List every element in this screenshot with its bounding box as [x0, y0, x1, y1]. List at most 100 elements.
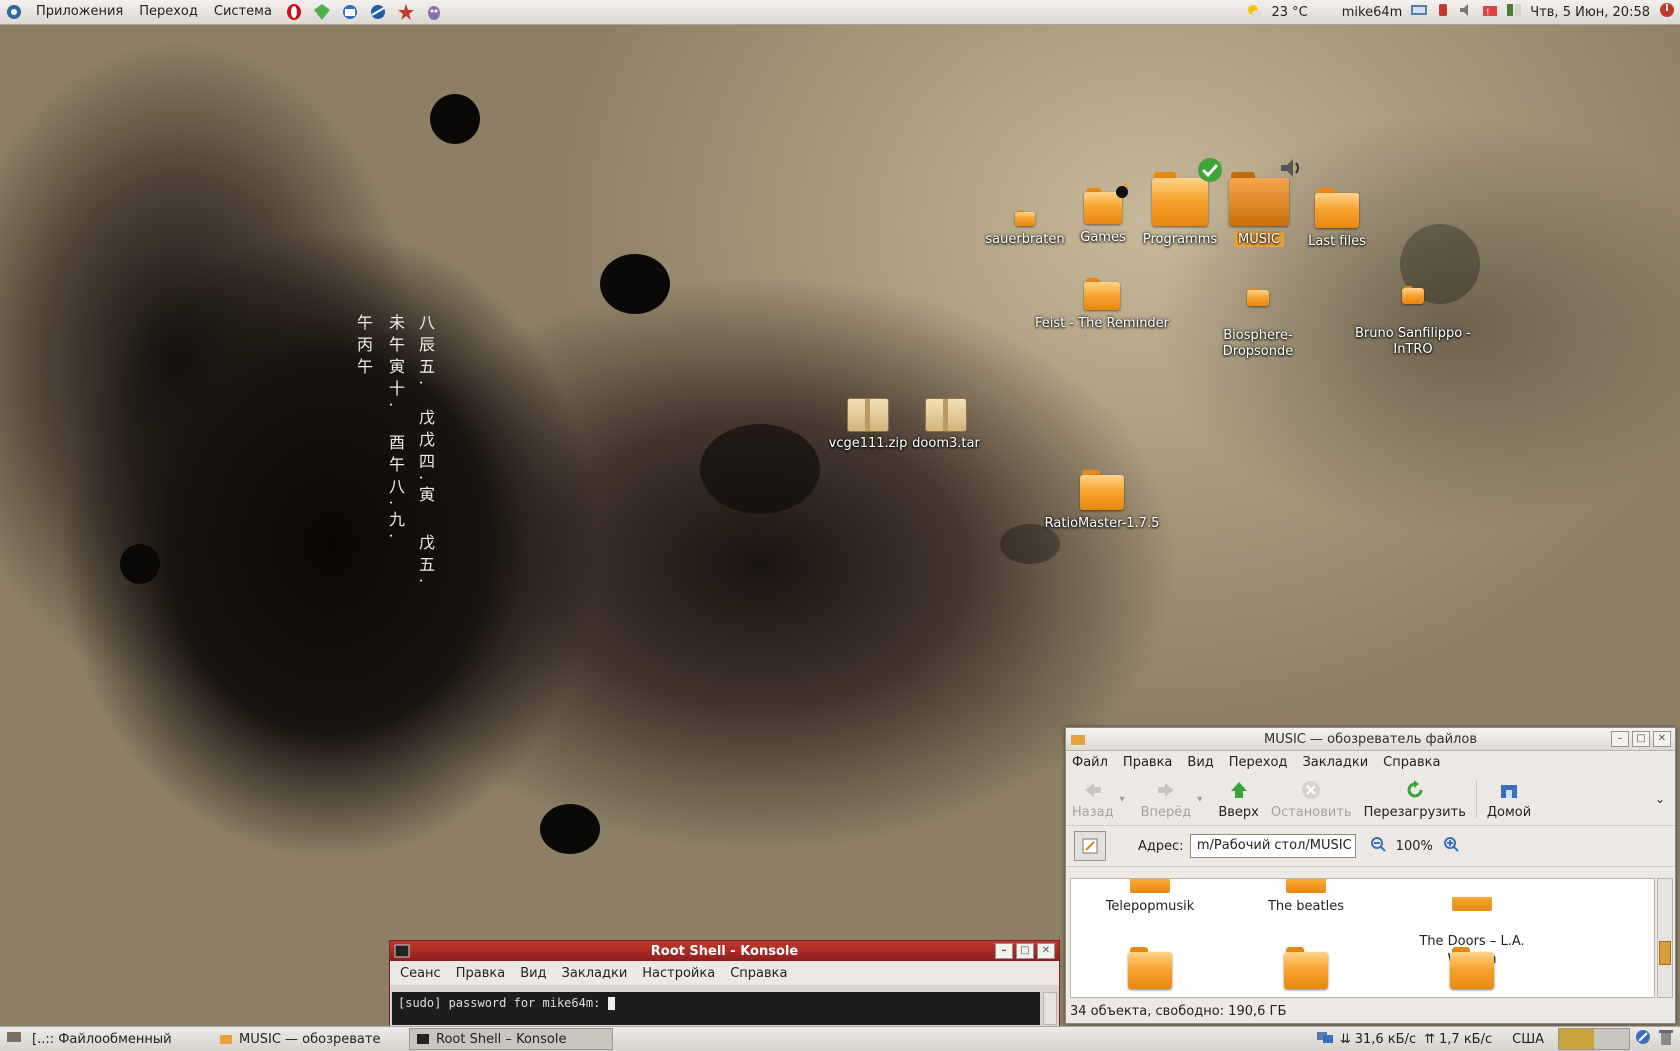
alert-icon[interactable]: [1436, 2, 1450, 22]
zoom-out-icon[interactable]: [1370, 836, 1386, 856]
minimize-button[interactable]: –: [995, 943, 1013, 959]
desktop-icon-sauerbraten[interactable]: sauerbraten: [985, 210, 1065, 247]
menu-session[interactable]: Сеанс: [400, 966, 441, 981]
shutdown-icon[interactable]: [1658, 1, 1676, 23]
desktop-icon-bruno-sanfilippo[interactable]: Bruno Sanfilippo - InTRO: [1350, 270, 1476, 374]
home-button[interactable]: Домой: [1487, 779, 1531, 820]
back-button[interactable]: Назад: [1072, 779, 1114, 820]
desktop-icon-vcge111-zip[interactable]: vcge111.zip: [828, 398, 908, 451]
menu-settings[interactable]: Настройка: [642, 966, 715, 981]
speaker-emblem-icon: [1278, 156, 1302, 184]
menu-view[interactable]: Вид: [1187, 755, 1213, 770]
network-manager-icon[interactable]: [1410, 2, 1428, 22]
pidgin-icon[interactable]: [423, 2, 445, 22]
menu-edit[interactable]: Правка: [456, 966, 505, 981]
back-history-chevron-icon[interactable]: ▾: [1120, 794, 1125, 805]
terminal-output[interactable]: [sudo] password for mike64m:: [392, 992, 1040, 1025]
show-desktop-icon[interactable]: [6, 1029, 22, 1049]
desktop-icon-label: Programms: [1142, 232, 1218, 247]
thunderbird-icon[interactable]: [339, 2, 361, 22]
reload-button[interactable]: Перезагрузить: [1364, 779, 1466, 820]
user-name[interactable]: mike64m: [1342, 5, 1403, 20]
desktop-icon-last-files[interactable]: Last files: [1300, 188, 1374, 249]
weather-temperature[interactable]: 23 °C: [1271, 5, 1307, 20]
window-menu-icon[interactable]: [1070, 732, 1086, 750]
menu-applications[interactable]: Приложения: [28, 0, 131, 24]
desktop-icon-ratiomaster[interactable]: RatioMaster-1.7.5: [1040, 470, 1164, 531]
desktop-icon-music[interactable]: MUSIC: [1222, 159, 1299, 247]
ink-splat: [700, 424, 820, 514]
forward-history-chevron-icon[interactable]: ▾: [1197, 794, 1202, 805]
maximize-button[interactable]: □: [1016, 943, 1034, 959]
file-item[interactable]: [1407, 947, 1537, 989]
close-button[interactable]: ✕: [1037, 943, 1055, 959]
menu-bookmarks[interactable]: Закладки: [1302, 755, 1368, 770]
reload-icon: [1407, 779, 1423, 797]
forward-button[interactable]: Вперёд: [1141, 779, 1191, 820]
menu-bookmarks[interactable]: Закладки: [562, 966, 628, 981]
toggle-location-button[interactable]: [1074, 831, 1106, 861]
gem-icon[interactable]: [311, 2, 333, 22]
trash-icon[interactable]: [1634, 1028, 1652, 1050]
opera-icon[interactable]: [283, 2, 305, 22]
workspace-switcher-icon[interactable]: [1506, 2, 1522, 22]
weather-icon[interactable]: [1245, 2, 1263, 22]
desktop-icon-label: vcge111.zip: [828, 436, 908, 451]
trash-bin-icon[interactable]: [1658, 1028, 1674, 1050]
keyboard-layout[interactable]: США: [1512, 1032, 1544, 1047]
net-up-speed: 1,7 кБ/с: [1439, 1031, 1493, 1047]
desktop-icon-feist[interactable]: Feist - The Reminder: [1030, 278, 1174, 331]
clock[interactable]: Чтв, 5 Июн, 20:58: [1530, 5, 1650, 20]
desktop-icon-games[interactable]: Games: [1070, 182, 1136, 245]
update-notifier-icon[interactable]: !: [1482, 2, 1498, 22]
network-monitor-icon[interactable]: [1316, 1029, 1334, 1049]
zoom-level[interactable]: 100%: [1396, 839, 1433, 854]
volume-icon[interactable]: [1458, 2, 1474, 22]
menu-system[interactable]: Система: [206, 0, 280, 24]
minimize-button[interactable]: –: [1611, 731, 1629, 747]
workspace-1[interactable]: [1559, 1029, 1594, 1049]
menu-help[interactable]: Справка: [730, 966, 787, 981]
wallpaper-glyphs: 酉午八.九.: [386, 434, 405, 545]
network-icon[interactable]: [367, 2, 389, 22]
scrollbar-thumb[interactable]: [1659, 941, 1671, 965]
menu-help[interactable]: Справка: [1383, 755, 1440, 770]
address-input[interactable]: m/Рабочий стол/MUSIC: [1189, 834, 1356, 858]
star-icon[interactable]: [395, 2, 417, 22]
location-bar: Адрес: m/Рабочий стол/MUSIC 100%: [1066, 826, 1675, 867]
desktop-icon-label: Bruno Sanfilippo - InTRO: [1355, 326, 1471, 357]
up-arrow-icon: [1230, 781, 1247, 798]
window-titlebar[interactable]: Root Shell - Konsole – □ ✕: [390, 941, 1059, 961]
menu-go[interactable]: Переход: [1229, 755, 1288, 770]
maximize-button[interactable]: □: [1632, 731, 1650, 747]
file-icon-view[interactable]: Telepopmusik The beatles The Doors – L.A…: [1070, 878, 1655, 998]
menu-edit[interactable]: Правка: [1123, 755, 1172, 770]
svg-text:!: !: [1486, 8, 1490, 18]
menu-view[interactable]: Вид: [520, 966, 546, 981]
file-item[interactable]: [1085, 947, 1215, 989]
up-button[interactable]: Вверх: [1218, 779, 1259, 820]
vertical-scrollbar[interactable]: [1657, 878, 1673, 998]
window-titlebar[interactable]: MUSIC — обозреватель файлов – □ ✕: [1066, 728, 1675, 751]
task-music-file-browser[interactable]: MUSIC — обозревате: [212, 1028, 406, 1050]
vertical-scrollbar[interactable]: [1043, 992, 1057, 1025]
edit-location-icon: [1082, 838, 1098, 854]
zoom-in-icon[interactable]: [1443, 836, 1459, 856]
file-item-the-beatles[interactable]: The beatles: [1241, 879, 1371, 914]
stop-button[interactable]: Остановить: [1271, 779, 1352, 820]
workspace-switcher[interactable]: [1558, 1028, 1630, 1050]
task-root-shell[interactable]: Root Shell – Konsole: [409, 1028, 613, 1050]
workspace-2[interactable]: [1594, 1029, 1629, 1049]
menu-file[interactable]: Файл: [1072, 755, 1108, 770]
file-item[interactable]: [1241, 947, 1371, 989]
menu-places[interactable]: Переход: [131, 0, 206, 24]
terminal-icon[interactable]: [394, 944, 410, 962]
task-file-sharing[interactable]: [..:: Файлообменный: [25, 1028, 209, 1050]
file-item-telepopmusik[interactable]: Telepopmusik: [1085, 879, 1215, 914]
desktop-icon-biosphere[interactable]: Biosphere- Dropsonde: [1210, 272, 1306, 376]
close-button[interactable]: ✕: [1653, 731, 1671, 747]
gnome-foot-icon[interactable]: [3, 2, 25, 22]
toolbar-overflow-chevron-icon[interactable]: ⌄: [1655, 792, 1665, 806]
desktop-icon-doom3-tar[interactable]: doom3.tar: [908, 398, 984, 451]
desktop-icon-programms[interactable]: Programms: [1140, 158, 1222, 247]
